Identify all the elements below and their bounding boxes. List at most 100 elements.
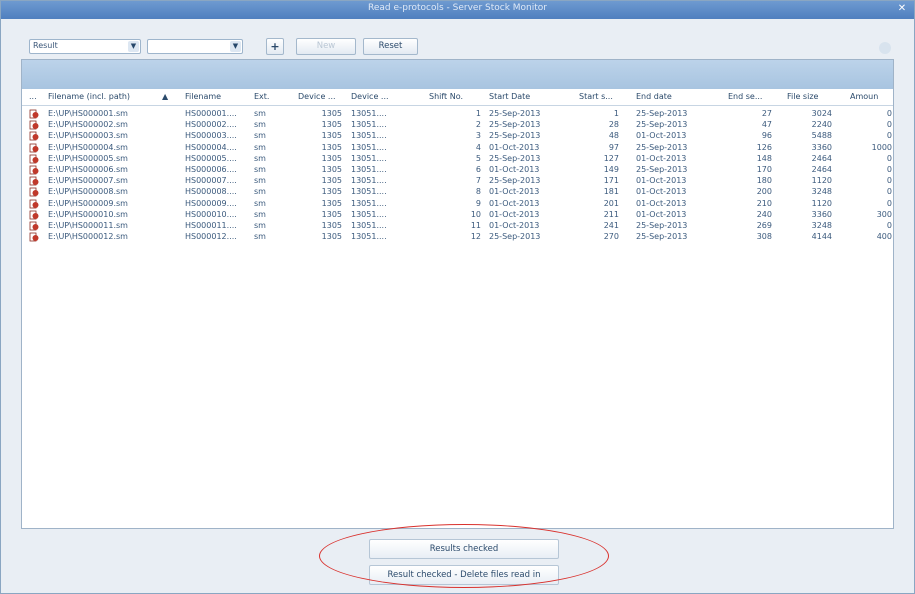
table-cell: 1305: [321, 131, 342, 141]
column-header-select[interactable]: ...: [29, 92, 37, 101]
table-cell: 2464: [811, 153, 832, 163]
table-row[interactable]: E:\UP\HS000007.sm HS000007.... sm 1305 13051…: [22, 176, 893, 187]
table-cell: E:\UP\HS000005.sm: [48, 153, 128, 163]
table-cell: 13051....: [351, 142, 387, 152]
table-cell: 01-Oct-2013: [489, 209, 540, 219]
table-cell: 1305: [321, 109, 342, 118]
table-cell: 13051....: [351, 120, 387, 130]
table-cell: HS000003....: [185, 131, 237, 141]
filter-field-select[interactable]: Result ▼: [29, 39, 141, 54]
table-cell: 3248: [811, 221, 832, 230]
table-cell: E:\UP\HS000002.sm: [48, 120, 128, 130]
sort-asc-icon[interactable]: ▲: [162, 92, 168, 101]
filter-value-select[interactable]: ▼: [147, 39, 243, 54]
table-cell: 0: [886, 131, 892, 141]
column-header-amount[interactable]: Amoun: [850, 92, 878, 101]
column-header-file-size[interactable]: File size: [787, 92, 818, 101]
column-header-start-date[interactable]: Start Date: [489, 92, 530, 101]
protocol-file-icon: [29, 210, 39, 220]
table-row[interactable]: E:\UP\HS000010.sm HS000010.... sm 1305 13051…: [22, 210, 893, 221]
table-row[interactable]: E:\UP\HS000006.sm HS000006.... sm 1305 13051…: [22, 165, 893, 176]
table-cell: 01-Oct-2013: [636, 209, 687, 219]
reset-button[interactable]: Reset: [363, 38, 418, 55]
table-row[interactable]: E:\UP\HS000008.sm HS000008.... sm 1305 13051…: [22, 187, 893, 198]
table-cell: 25-Sep-2013: [636, 142, 688, 152]
table-cell: sm: [254, 176, 266, 186]
table-cell: 13051....: [351, 153, 387, 163]
table-cell: 1305: [321, 176, 342, 186]
options-icon[interactable]: [879, 42, 891, 54]
table-cell: 1120: [811, 198, 832, 208]
table-cell: HS000006....: [185, 165, 237, 174]
table-cell: 01-Oct-2013: [489, 221, 540, 230]
table-row[interactable]: E:\UP\HS000009.sm HS000009.... sm 1305 13051…: [22, 199, 893, 210]
close-button[interactable]: ✕: [896, 3, 908, 15]
table-cell: sm: [254, 120, 266, 130]
table-cell: 13051....: [351, 232, 387, 242]
table-cell: 47: [761, 120, 772, 130]
table-row[interactable]: E:\UP\HS000001.sm HS000001.... sm 1305 13051…: [22, 109, 893, 120]
table-cell: 01-Oct-2013: [636, 187, 687, 197]
add-filter-button[interactable]: +: [266, 38, 284, 55]
table-cell: sm: [254, 142, 266, 152]
column-header-shift[interactable]: Shift No.: [429, 92, 463, 101]
window-title: Read e-protocols - Server Stock Monitor: [368, 3, 547, 13]
table-cell: 3248: [811, 187, 832, 197]
table-cell: 1: [613, 109, 619, 118]
column-header-ext[interactable]: Ext.: [254, 92, 269, 101]
table-row[interactable]: E:\UP\HS000011.sm HS000011.... sm 1305 13051…: [22, 221, 893, 232]
chevron-down-icon[interactable]: ▼: [128, 41, 139, 52]
table-cell: HS000004....: [185, 142, 237, 152]
table-cell: 2240: [811, 120, 832, 130]
table-cell: E:\UP\HS000011.sm: [48, 221, 128, 230]
chevron-down-icon[interactable]: ▼: [230, 41, 241, 52]
table-cell: 01-Oct-2013: [636, 131, 687, 141]
table-cell: 2464: [811, 165, 832, 174]
table-cell: 200: [756, 187, 772, 197]
column-header-device-1[interactable]: Device ...: [298, 92, 336, 101]
column-header-device-2[interactable]: Device ...: [351, 92, 389, 101]
table-cell: 7: [475, 176, 481, 186]
new-button[interactable]: New: [296, 38, 356, 55]
table-row[interactable]: E:\UP\HS000003.sm HS000003.... sm 1305 13051…: [22, 131, 893, 142]
grid-header: ... Filename (incl. path) ▲ Filename Ext…: [22, 89, 893, 106]
table-cell: 01-Oct-2013: [489, 198, 540, 208]
table-cell: 25-Sep-2013: [636, 232, 688, 242]
table-cell: HS000012....: [185, 232, 237, 242]
table-cell: 148: [756, 153, 772, 163]
table-row[interactable]: E:\UP\HS000012.sm HS000012.... sm 1305 13051…: [22, 232, 893, 243]
table-cell: HS000010....: [185, 209, 237, 219]
table-cell: HS000007....: [185, 176, 237, 186]
table-cell: HS000009....: [185, 198, 237, 208]
table-cell: sm: [254, 187, 266, 197]
table-cell: sm: [254, 232, 266, 242]
column-header-end-date[interactable]: End date: [636, 92, 672, 101]
table-cell: 400: [876, 232, 892, 242]
table-cell: 97: [608, 142, 619, 152]
table-cell: 4144: [811, 232, 832, 242]
table-row[interactable]: E:\UP\HS000004.sm HS000004.... sm 1305 13051…: [22, 143, 893, 154]
table-cell: 171: [603, 176, 619, 186]
column-header-filename[interactable]: Filename: [185, 92, 221, 101]
protocol-grid: ... Filename (incl. path) ▲ Filename Ext…: [21, 59, 894, 529]
table-cell: 126: [756, 142, 772, 152]
table-cell: 96: [761, 131, 772, 141]
column-header-path[interactable]: Filename (incl. path): [48, 92, 130, 101]
table-row[interactable]: E:\UP\HS000002.sm HS000002.... sm 1305 13051…: [22, 120, 893, 131]
table-cell: 28: [608, 120, 619, 130]
filter-toolbar: Result ▼ ▼ + New Reset: [21, 35, 893, 59]
table-cell: 13051....: [351, 131, 387, 141]
table-cell: sm: [254, 209, 266, 219]
table-cell: 13051....: [351, 221, 387, 230]
table-cell: 270: [603, 232, 619, 242]
column-header-end-seq[interactable]: End se...: [728, 92, 762, 101]
table-cell: E:\UP\HS000008.sm: [48, 187, 128, 197]
protocol-file-icon: [29, 232, 39, 242]
column-header-start-seq[interactable]: Start s...: [579, 92, 613, 101]
table-cell: 300: [876, 209, 892, 219]
table-cell: 210: [756, 198, 772, 208]
protocol-file-icon: [29, 143, 39, 152]
group-by-panel[interactable]: [22, 60, 893, 89]
table-row[interactable]: E:\UP\HS000005.sm HS000005.... sm 1305 13051…: [22, 154, 893, 165]
table-cell: 1305: [321, 209, 342, 219]
